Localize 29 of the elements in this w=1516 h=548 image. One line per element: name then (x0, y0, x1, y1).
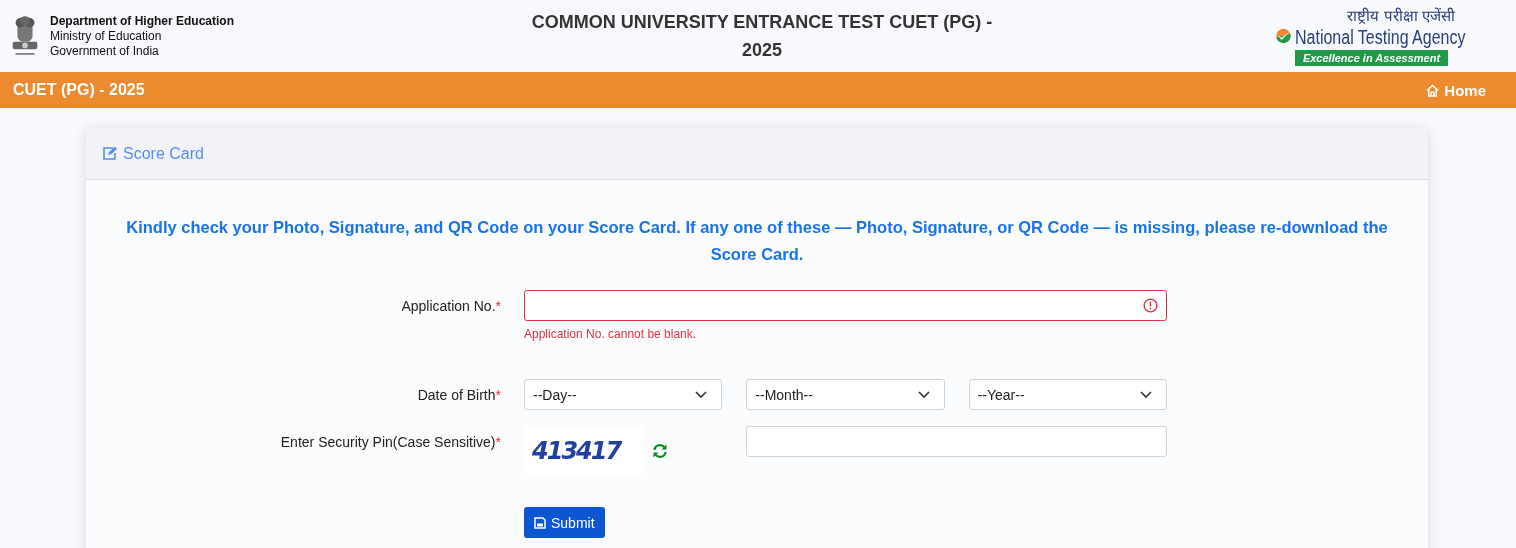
home-icon (1426, 83, 1440, 97)
security-pin-field[interactable] (746, 426, 1167, 457)
department-text: Government of India (50, 43, 160, 59)
date-dropdown[interactable]: --Year-- (968, 379, 1167, 410)
field-label: Date of Birth* (416, 386, 502, 403)
brand-text: CUET (PG) - 2025 (13, 81, 145, 99)
department-text: Department of Higher Education (50, 13, 234, 29)
refresh-icon[interactable] (652, 443, 668, 459)
error-message: Application No. cannot be blank. (524, 327, 698, 341)
agency-hindi-name: राष्ट्रीय परीक्षा एजेंसी (1345, 6, 1456, 26)
edit-icon (102, 146, 118, 161)
chevron-down-icon (917, 390, 930, 399)
chevron-down-icon (1140, 390, 1152, 399)
date-dropdown[interactable]: --Day-- (524, 379, 723, 410)
page-title: COMMON UNIVERSITY ENTRANCE TEST CUET (PG) - 2025 (530, 11, 994, 62)
agency-tagline: Excellence in Assessment (1294, 50, 1449, 66)
captcha-image: 413417 (524, 426, 644, 476)
card-title: Score Card (123, 144, 204, 163)
agency-name: National Testing Agency (1294, 26, 1466, 48)
department-text: Ministry of Education (50, 28, 163, 44)
field-label: Application No.* (400, 297, 502, 314)
error-icon (1143, 298, 1158, 313)
submit-button[interactable]: Submit (524, 507, 605, 538)
chevron-down-icon (695, 390, 708, 399)
application-number-field[interactable] (524, 290, 1167, 321)
date-dropdown[interactable]: --Month-- (746, 379, 945, 410)
notice-text: Kindly check your Photo, Signature, and QR Code on your Score Card. If any one of these — Photo, Signature, or QR Code — is missing, please re-download the Score Card. (125, 217, 1389, 265)
save-icon (534, 516, 546, 529)
field-label: Enter Security Pin(Case Sensitive)* (279, 433, 502, 450)
